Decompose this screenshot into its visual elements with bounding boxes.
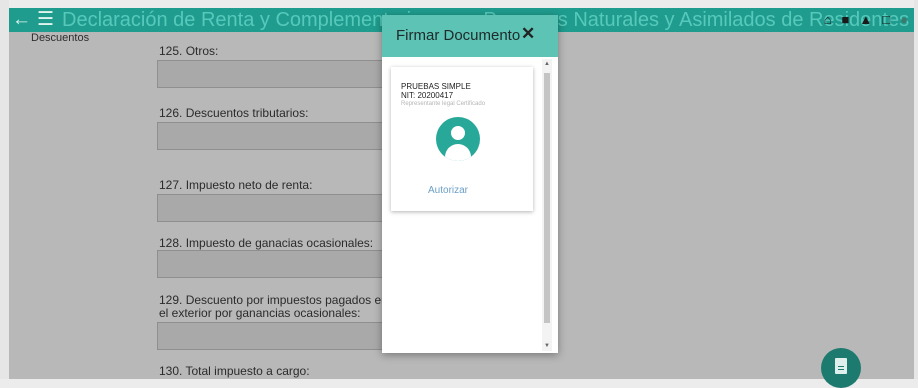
section-label: Descuentos (31, 32, 90, 44)
signer-nit: NIT: 20200417 (401, 91, 454, 100)
avatar-head (451, 126, 465, 140)
field-input-126[interactable] (157, 122, 397, 150)
close-icon[interactable]: ✕ (521, 24, 535, 44)
field-label-129: 129. Descuento por impuestos pagados en … (159, 293, 388, 320)
sign-document-dialog: Firmar Documento ✕ PRUEBAS SIMPLE NIT: 2… (382, 15, 558, 353)
field-input-128[interactable] (157, 250, 397, 278)
signer-role: Representante legal Certificado (401, 101, 486, 107)
signer-card: PRUEBAS SIMPLE NIT: 20200417 Representan… (391, 67, 533, 211)
dialog-header: Firmar Documento ✕ (382, 15, 558, 57)
scroll-up-arrow-icon[interactable]: ▲ (544, 61, 550, 67)
field-input-125[interactable] (157, 60, 397, 88)
authorize-button[interactable]: Autorizar (428, 185, 468, 196)
field-label-127: 127. Impuesto neto de renta: (159, 178, 313, 192)
field-label-126: 126. Descuentos tributarios: (159, 106, 309, 120)
back-arrow-icon[interactable]: ← (12, 8, 31, 32)
field-input-127[interactable] (157, 194, 397, 222)
field-label-125: 125. Otros: (159, 44, 219, 58)
scrollbar-thumb[interactable] (544, 73, 550, 323)
dialog-scrollbar[interactable]: ▲ ▼ (542, 59, 552, 351)
dialog-title: Firmar Documento (396, 27, 521, 44)
hamburger-menu-icon[interactable]: ☰ (37, 8, 54, 32)
field-input-129[interactable] (157, 322, 397, 350)
field-label-128: 128. Impuesto de ganacias ocasionales: (159, 236, 374, 250)
document-icon (835, 358, 847, 374)
bell-icon[interactable]: ▲ (859, 8, 872, 32)
calendar-icon[interactable]: □ (882, 8, 890, 32)
settings-icon[interactable]: ● (900, 8, 908, 32)
left-margin (0, 0, 9, 379)
user-avatar-icon (436, 117, 480, 161)
folder-icon[interactable]: ■ (842, 8, 850, 32)
avatar-shoulders (445, 144, 471, 161)
right-margin (914, 0, 918, 379)
field-label-130: 130. Total impuesto a cargo: (159, 364, 310, 378)
scroll-down-arrow-icon[interactable]: ▼ (544, 343, 550, 349)
signer-name: PRUEBAS SIMPLE (401, 82, 471, 91)
header-actions: ⌂ ■ ▲ □ ● (824, 8, 914, 32)
home-icon[interactable]: ⌂ (824, 8, 832, 32)
document-fab-button[interactable] (821, 348, 861, 388)
dialog-body: PRUEBAS SIMPLE NIT: 20200417 Representan… (382, 57, 558, 353)
